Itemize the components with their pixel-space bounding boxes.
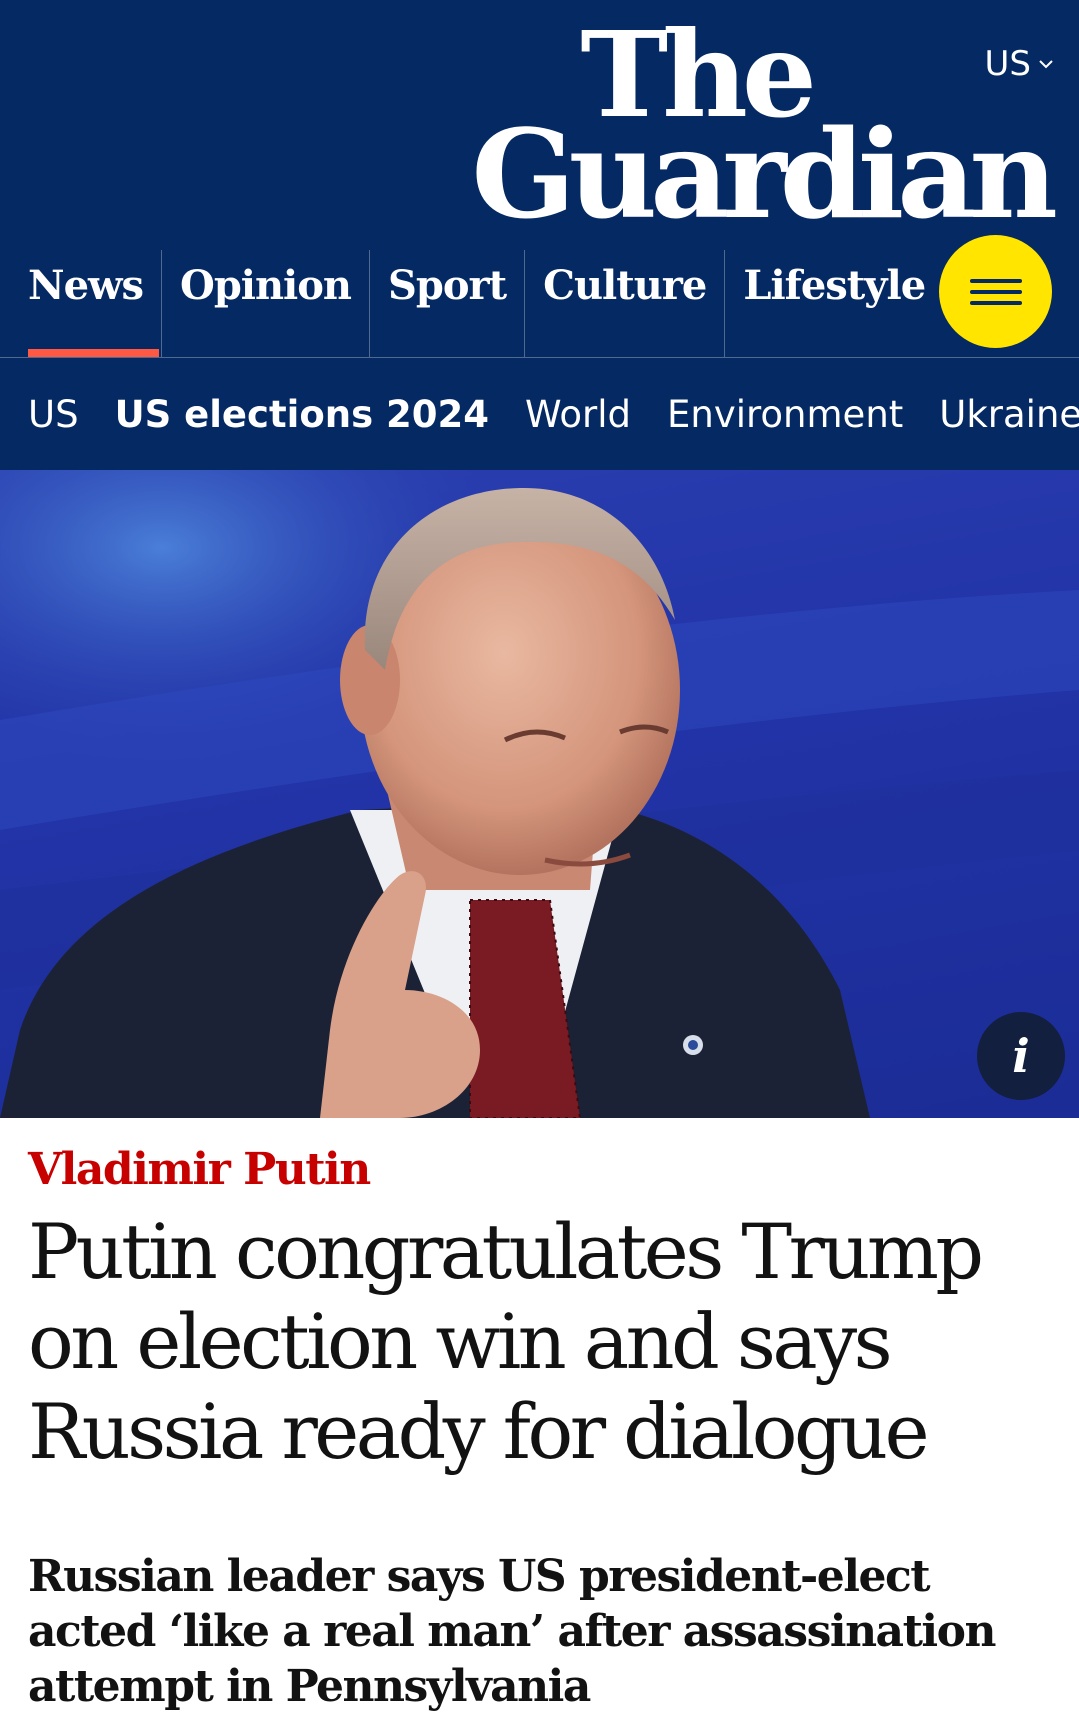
hamburger-menu-icon-bar: [969, 300, 1022, 305]
pillar-news-label: News: [28, 262, 144, 309]
pillar-culture-label: Culture: [543, 262, 707, 309]
pillar-culture[interactable]: Culture: [525, 250, 726, 357]
pillar-lifestyle[interactable]: Lifestyle: [725, 250, 943, 357]
article-headline: Putin congratulates Trump on election wi…: [28, 1207, 984, 1476]
hero-image: i: [0, 470, 1079, 1118]
pillar-lifestyle-label: Lifestyle: [743, 262, 926, 309]
pillar-sport[interactable]: Sport: [370, 250, 526, 357]
pillar-opinion-label: Opinion: [179, 262, 352, 309]
pillar-nav: News Opinion Sport Culture Lifestyle: [0, 250, 1079, 357]
hero-photo-illustration: [0, 470, 1079, 1118]
hamburger-menu-icon: [969, 278, 1022, 283]
image-info-button[interactable]: i: [977, 1012, 1065, 1100]
article-kicker[interactable]: Vladimir Putin: [28, 1144, 1051, 1195]
article: Vladimir Putin Putin congratulates Trump…: [0, 1144, 1079, 1714]
hamburger-menu-button[interactable]: [939, 235, 1052, 348]
subnav-world[interactable]: World: [525, 393, 631, 436]
logo-line-guardian: Guardian: [471, 102, 1058, 247]
info-icon: i: [1012, 1029, 1030, 1083]
sub-nav: US US elections 2024 World Environment U…: [0, 358, 1079, 470]
subnav-ukraine[interactable]: Ukraine: [939, 393, 1079, 436]
subnav-environment[interactable]: Environment: [667, 393, 903, 436]
hamburger-menu-icon-bar: [969, 289, 1022, 294]
page: US The Guardian News Opinion Sport Cultu…: [0, 0, 1079, 1733]
pillar-sport-label: Sport: [388, 262, 507, 309]
subnav-us[interactable]: US: [28, 393, 79, 436]
site-header: US The Guardian News Opinion Sport Cultu…: [0, 0, 1079, 470]
pillar-opinion[interactable]: Opinion: [162, 250, 371, 357]
subnav-us-elections[interactable]: US elections 2024: [115, 393, 489, 436]
pillar-news[interactable]: News: [0, 250, 162, 357]
article-standfirst: Russian leader says US president-elect a…: [28, 1551, 996, 1712]
guardian-logo[interactable]: The Guardian: [451, 15, 1058, 235]
active-pillar-underline: [28, 349, 159, 357]
